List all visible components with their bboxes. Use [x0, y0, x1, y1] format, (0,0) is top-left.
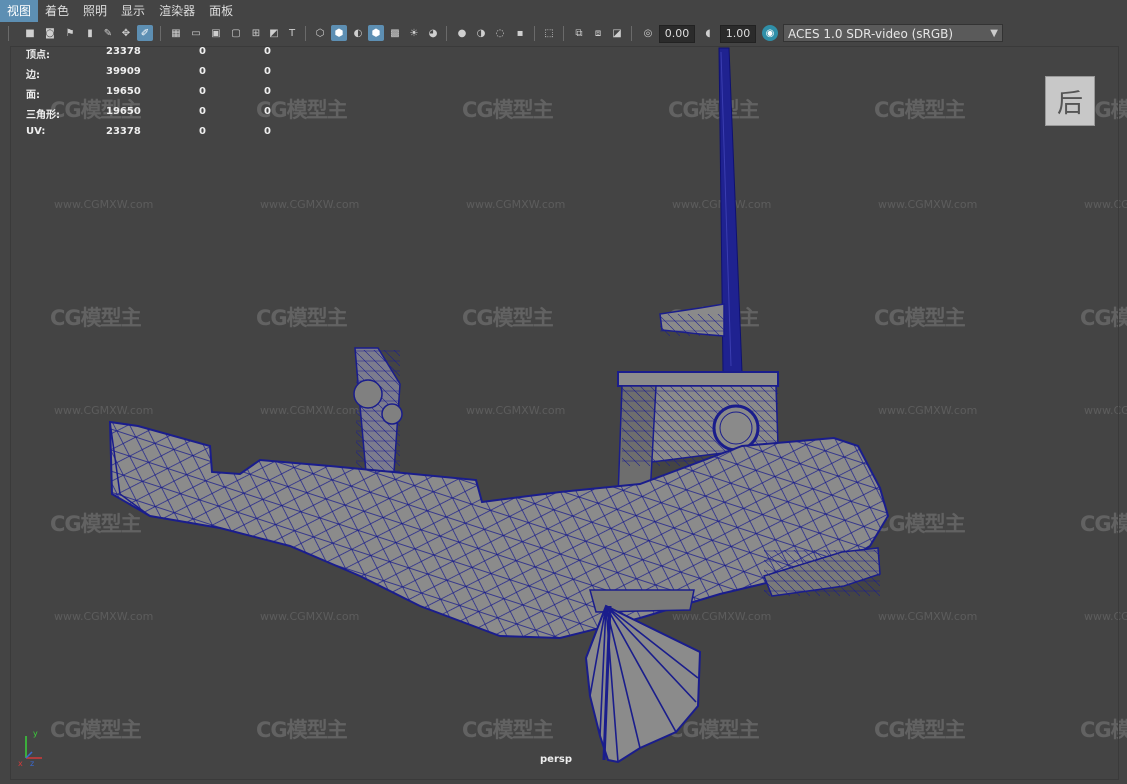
- xray-joints-icon[interactable]: ⧈: [590, 25, 606, 41]
- motion-blur-icon[interactable]: ◑: [473, 25, 489, 41]
- hud-value: 0: [199, 46, 206, 57]
- safe-title-icon[interactable]: T: [284, 25, 300, 41]
- gamma-field[interactable]: 1.00: [720, 25, 756, 43]
- hud-row-uvs: UV: 23378 0 0: [26, 126, 286, 146]
- axis-x-label: x: [18, 759, 23, 768]
- hud-value: 0: [264, 86, 271, 97]
- exposure-field[interactable]: 0.00: [659, 25, 695, 43]
- hud-label: 三角形:: [26, 110, 60, 121]
- isolate-select-icon[interactable]: ⬚: [541, 25, 557, 41]
- hud-row-edges: 边: 39909 0 0: [26, 66, 286, 86]
- hud-value: 0: [199, 86, 206, 97]
- exposure-icon[interactable]: ◎: [640, 25, 656, 41]
- hud-row-faces: 面: 19650 0 0: [26, 86, 286, 106]
- color-management-icon[interactable]: ◉: [762, 25, 778, 41]
- resolution-gate-icon[interactable]: ▣: [208, 25, 224, 41]
- boat-wireframe-model: [108, 47, 890, 764]
- hud-value: 19650: [106, 106, 141, 117]
- hud-row-triangles: 三角形: 19650 0 0: [26, 106, 286, 126]
- axis-y-label: y: [33, 729, 38, 738]
- field-chart-icon[interactable]: ⊞: [248, 25, 264, 41]
- hud-value: 23378: [106, 126, 141, 137]
- viewport-menubar: 视图 着色 照明 显示 渲染器 面板: [0, 0, 1127, 22]
- hud-value: 0: [264, 66, 271, 77]
- toolbar-separator: [160, 26, 161, 41]
- hud-row-vertices: 顶点: 23378 0 0: [26, 46, 286, 66]
- hud-label: 边:: [26, 70, 40, 81]
- mast-horn: [659, 303, 725, 337]
- menu-renderer[interactable]: 渲染器: [152, 0, 202, 22]
- grid-icon[interactable]: ▦: [168, 25, 184, 41]
- view-transform-value: ACES 1.0 SDR-video (sRGB): [788, 27, 954, 41]
- use-all-lights-icon[interactable]: ☀: [406, 25, 422, 41]
- menu-panels[interactable]: 面板: [202, 0, 240, 22]
- toolbar-separator: [631, 26, 632, 41]
- hud-value: 0: [264, 126, 271, 137]
- camera-name-label: persp: [540, 754, 572, 765]
- bookmark-icon[interactable]: ⚑: [62, 25, 78, 41]
- menu-view[interactable]: 视图: [0, 0, 39, 22]
- toolbar-separator: [305, 26, 306, 41]
- image-plane-icon[interactable]: ▮: [82, 25, 98, 41]
- panel-toolbar: ■ ◙ ⚑ ▮ ✎ ✥ ✐ ▦ ▭ ▣ ▢ ⊞ ◩ T ⬡ ⬢ ◐ ⬢ ▩ ☀ …: [0, 22, 1127, 47]
- smooth-shade-icon[interactable]: ⬢: [331, 25, 347, 41]
- 2d-pan-zoom-icon[interactable]: ✥: [118, 25, 134, 41]
- poly-count-hud: 顶点: 23378 0 0 边: 39909 0 0 面: 19650 0 0 …: [26, 46, 286, 146]
- hud-label: UV:: [26, 126, 46, 137]
- textured-icon[interactable]: ▩: [387, 25, 403, 41]
- boat-hull: [108, 420, 890, 640]
- select-camera-icon[interactable]: ■: [22, 25, 38, 41]
- hud-label: 顶点:: [26, 50, 50, 61]
- chevron-down-icon: ▼: [990, 28, 998, 39]
- view-transform-select[interactable]: ACES 1.0 SDR-video (sRGB) ▼: [783, 24, 1003, 42]
- safe-action-icon[interactable]: ◩: [266, 25, 282, 41]
- grease-pencil-icon[interactable]: ✎: [100, 25, 116, 41]
- hud-label: 面:: [26, 90, 40, 101]
- hud-value: 19650: [106, 86, 141, 97]
- gate-mask-icon[interactable]: ▢: [228, 25, 244, 41]
- hud-value: 23378: [106, 46, 141, 57]
- rear-mast: [353, 347, 403, 473]
- grease-pencil-draw-icon[interactable]: ✐: [137, 25, 153, 41]
- xray-icon[interactable]: ⧉: [571, 25, 587, 41]
- toolbar-separator: [563, 26, 564, 41]
- view-cube[interactable]: 后: [1045, 76, 1095, 126]
- menu-lighting[interactable]: 照明: [76, 0, 114, 22]
- default-material-icon[interactable]: ◐: [350, 25, 366, 41]
- toolbar-separator: [8, 26, 9, 41]
- propeller-housing: [763, 547, 881, 597]
- screen-space-ao-icon[interactable]: ●: [454, 25, 470, 41]
- hud-value: 0: [199, 126, 206, 137]
- hud-value: 0: [264, 106, 271, 117]
- multisample-aa-icon[interactable]: ◌: [492, 25, 508, 41]
- camera-attributes-icon[interactable]: ◙: [42, 25, 58, 41]
- axis-gizmo-icon: y x z: [18, 729, 42, 768]
- hud-value: 39909: [106, 66, 141, 77]
- toolbar-separator: [534, 26, 535, 41]
- menu-show[interactable]: 显示: [114, 0, 152, 22]
- persp-viewport[interactable]: CG模型主CG模型主CG模型主CG模型主CG模型主CG模型主CG模型主CG模型主…: [0, 46, 1127, 780]
- toolbar-separator: [446, 26, 447, 41]
- axis-z-label: z: [30, 759, 34, 768]
- shadows-icon[interactable]: ◕: [425, 25, 441, 41]
- xray-components-icon[interactable]: ◪: [609, 25, 625, 41]
- wireframe-on-shaded-icon[interactable]: ⬢: [368, 25, 384, 41]
- hud-value: 0: [199, 66, 206, 77]
- depth-of-field-icon[interactable]: ▪: [512, 25, 528, 41]
- rudder: [584, 604, 702, 764]
- menu-shading[interactable]: 着色: [38, 0, 76, 22]
- wireframe-icon[interactable]: ⬡: [312, 25, 328, 41]
- film-gate-icon[interactable]: ▭: [188, 25, 204, 41]
- gamma-icon[interactable]: ◖: [700, 25, 716, 41]
- hud-value: 0: [199, 106, 206, 117]
- hud-value: 0: [264, 46, 271, 57]
